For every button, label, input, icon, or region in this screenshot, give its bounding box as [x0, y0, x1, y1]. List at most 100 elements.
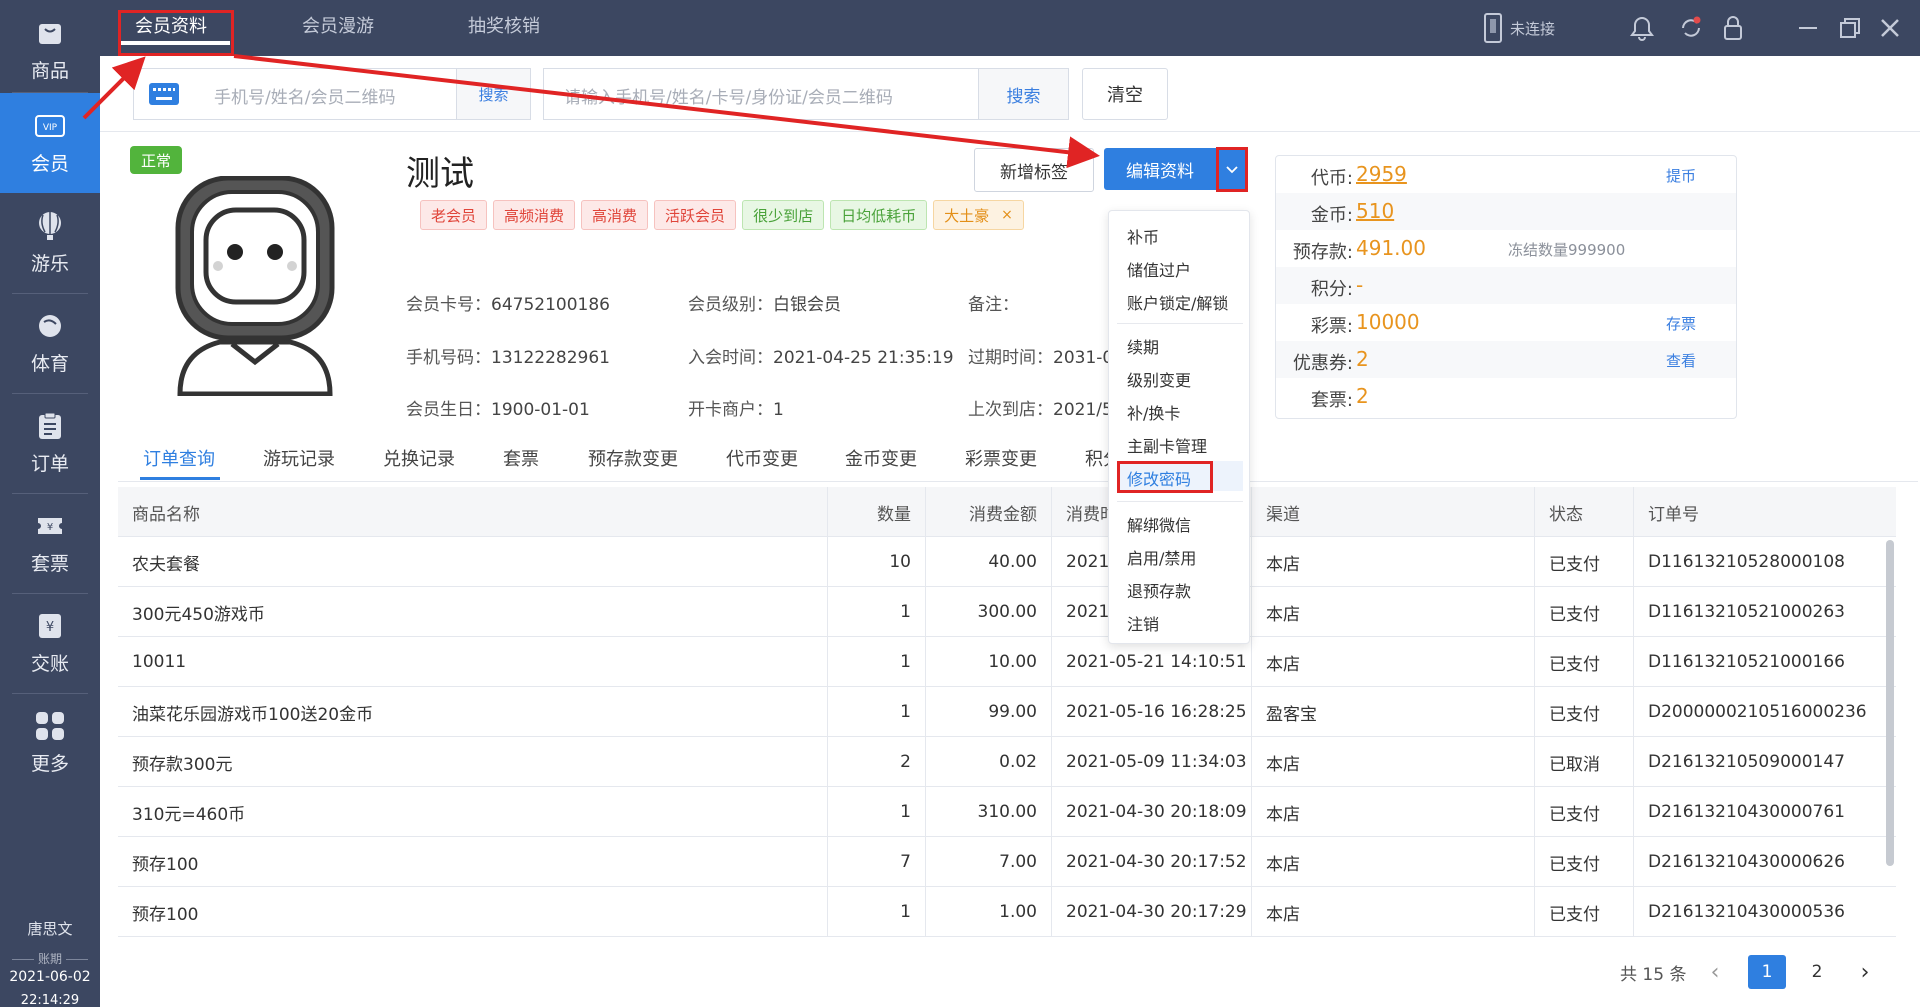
sidebar-item-amusement[interactable]: 游乐 [0, 193, 100, 293]
new-tag-button[interactable]: 新增标签 [974, 148, 1094, 192]
table-row[interactable]: 预存100 1 1.00 2021-04-30 20:17:29 本店 已支付 D21613… [118, 887, 1896, 937]
next-page-button[interactable]: › [1848, 955, 1882, 989]
channel-cell: 本店 [1252, 537, 1535, 587]
tag[interactable]: 高频消费 [493, 200, 576, 230]
tag[interactable]: 日均低耗币 [830, 200, 928, 230]
view-coupon-link[interactable]: 查看 [1666, 350, 1696, 371]
menu-item-replace-card[interactable]: 补/换卡 [1127, 400, 1180, 424]
edit-profile-button[interactable]: 编辑资料 [1104, 148, 1216, 190]
table-row[interactable]: 预存100 7 7.00 2021-04-30 20:17:52 本店 已支付 D21613… [118, 837, 1896, 887]
table-row[interactable]: 300元450游戏币 1 300.00 2021- 本店 已支付 D116132105210… [118, 587, 1896, 637]
restore-icon[interactable] [1838, 0, 1862, 56]
menu-item-renew[interactable]: 续期 [1127, 334, 1159, 358]
minimize-icon[interactable] [1796, 0, 1820, 56]
status-cell: 已支付 [1535, 787, 1634, 837]
tag-label: 大土豪 [944, 206, 990, 225]
balance-label: 优惠券: [1292, 353, 1353, 374]
sidebar-item-sports[interactable]: 体育 [0, 293, 100, 393]
menu-item-enable-disable[interactable]: 启用/禁用 [1127, 545, 1196, 569]
tab-play-records[interactable]: 游玩记录 [263, 445, 335, 471]
refresh-icon[interactable] [1678, 0, 1704, 56]
table-row[interactable]: 310元=460币 1 310.00 2021-04-30 20:18:09 本店 已支付… [118, 787, 1896, 837]
column-header: 商品名称 [118, 487, 828, 537]
search-input[interactable]: 请输入手机号/姓名/卡号/身份证/会员二维码 搜索 [543, 68, 1069, 120]
prev-page-button[interactable]: ‹ [1698, 955, 1732, 989]
product-name-cell: 300元450游戏币 [118, 587, 828, 637]
clear-button[interactable]: 清空 [1082, 68, 1168, 120]
ball-icon [35, 311, 65, 341]
table-row[interactable]: 油菜花乐园游戏币100送20金币 1 99.00 2021-05-16 16:28:2… [118, 687, 1896, 737]
tag[interactable]: 活跃会员 [654, 200, 737, 230]
card-merchant: 开卡商户：1 [688, 395, 784, 420]
time-cell: 2021-05-16 16:28:25 [1052, 687, 1252, 737]
quick-search-field[interactable]: 手机号/姓名/会员二维码 搜索 [133, 68, 531, 120]
menu-item-cancel-account[interactable]: 注销 [1127, 611, 1159, 635]
table-row[interactable]: 预存款300元 2 0.02 2021-05-09 11:34:03 本店 已取消 D216… [118, 737, 1896, 787]
menu-item-refund-deposit[interactable]: 退预存款 [1127, 578, 1191, 602]
divider [100, 131, 1920, 132]
amount-cell: 0.02 [926, 737, 1052, 787]
highlight-box-tab [118, 10, 234, 56]
tab-exchange-records[interactable]: 兑换记录 [383, 445, 455, 471]
table-row[interactable]: 农夫套餐 10 40.00 2021- 本店 已支付 D11613210528000108 [118, 537, 1896, 587]
search-button[interactable]: 搜索 [978, 69, 1068, 119]
menu-item-level-change[interactable]: 级别变更 [1127, 367, 1191, 391]
balance-label: 套票: [1310, 390, 1353, 411]
column-header: 状态 [1535, 487, 1634, 537]
tag-close-icon[interactable]: × [1001, 207, 1013, 223]
period-label: 账期 [0, 950, 100, 967]
deposit-ticket-link[interactable]: 存票 [1666, 313, 1696, 334]
close-icon[interactable] [1878, 0, 1902, 56]
highlight-box-password [1117, 461, 1213, 493]
token-value[interactable]: 2959 [1356, 162, 1407, 186]
lock-icon[interactable] [1722, 0, 1744, 56]
keyboard-icon[interactable] [134, 69, 194, 119]
table-row[interactable]: 10011 1 10.00 2021-05-21 14:10:51 本店 已支付 D1161… [118, 637, 1896, 687]
tab-deposit-changes[interactable]: 预存款变更 [588, 445, 678, 471]
expire-time-label: 过期时间： [968, 348, 1053, 368]
tag[interactable]: 高消费 [581, 200, 649, 230]
member-name: 测试 [406, 154, 474, 194]
device-status[interactable]: 未连接 [1484, 0, 1555, 56]
tab-token-changes[interactable]: 代币变更 [726, 445, 798, 471]
status-badge: 正常 [130, 146, 182, 174]
sidebar-item-orders[interactable]: 订单 [0, 393, 100, 493]
more-actions-dropdown[interactable] [1216, 147, 1248, 192]
sidebar-item-tickets[interactable]: ¥ 套票 [0, 493, 100, 593]
sidebar-item-settlement[interactable]: ¥ 交账 [0, 593, 100, 693]
tag[interactable]: 老会员 [420, 200, 488, 230]
page-button-active[interactable]: 1 [1748, 955, 1786, 989]
tab-order-query[interactable]: 订单查询 [143, 445, 215, 471]
sidebar-item-member[interactable]: VIP 会员 [0, 93, 100, 193]
tab-gold-changes[interactable]: 金币变更 [845, 445, 917, 471]
menu-item-lock-account[interactable]: 账户锁定/解锁 [1127, 290, 1228, 314]
sidebar-item-more[interactable]: 更多 [0, 693, 100, 793]
last-visit: 上次到店：2021/5 [968, 395, 1113, 420]
member-level: 会员级别：白银会员 [688, 290, 841, 315]
card-number-label: 会员卡号： [406, 295, 491, 315]
tag-removable[interactable]: 大土豪 × [933, 200, 1024, 230]
channel-cell: 本店 [1252, 587, 1535, 637]
withdraw-coin-link[interactable]: 提币 [1666, 165, 1696, 186]
member-tags: 老会员 高频消费 高消费 活跃会员 很少到店 日均低耗币 大土豪 × [420, 200, 1024, 230]
quick-search-button[interactable]: 搜索 [456, 69, 530, 119]
member-level-label: 会员级别： [688, 295, 773, 315]
sidebar-item-goods[interactable]: 商品 [0, 0, 100, 100]
tab-lottery-changes[interactable]: 彩票变更 [965, 445, 1037, 471]
scrollbar[interactable] [1886, 540, 1894, 866]
menu-item-transfer[interactable]: 储值过户 [1127, 257, 1191, 281]
more-actions-menu: 补币 储值过户 账户锁定/解锁 续期 级别变更 补/换卡 主副卡管理 修改密码 … [1108, 210, 1250, 644]
gold-coin-value[interactable]: 510 [1356, 199, 1394, 223]
status-cell: 已取消 [1535, 737, 1634, 787]
tab-lottery-verify[interactable]: 抽奖核销 [468, 12, 540, 38]
tag[interactable]: 很少到店 [742, 200, 825, 230]
menu-item-top-up-coin[interactable]: 补币 [1127, 224, 1159, 248]
tab-packages[interactable]: 套票 [503, 445, 539, 471]
menu-item-unbind-wechat[interactable]: 解绑微信 [1127, 512, 1191, 536]
page-button[interactable]: 2 [1798, 955, 1836, 989]
expire-time-value: 2031-0 [1053, 348, 1114, 368]
bell-icon[interactable] [1630, 0, 1654, 56]
tab-member-roaming[interactable]: 会员漫游 [302, 12, 374, 38]
menu-item-card-management[interactable]: 主副卡管理 [1127, 433, 1207, 457]
balance-label: 积分: [1310, 279, 1353, 300]
